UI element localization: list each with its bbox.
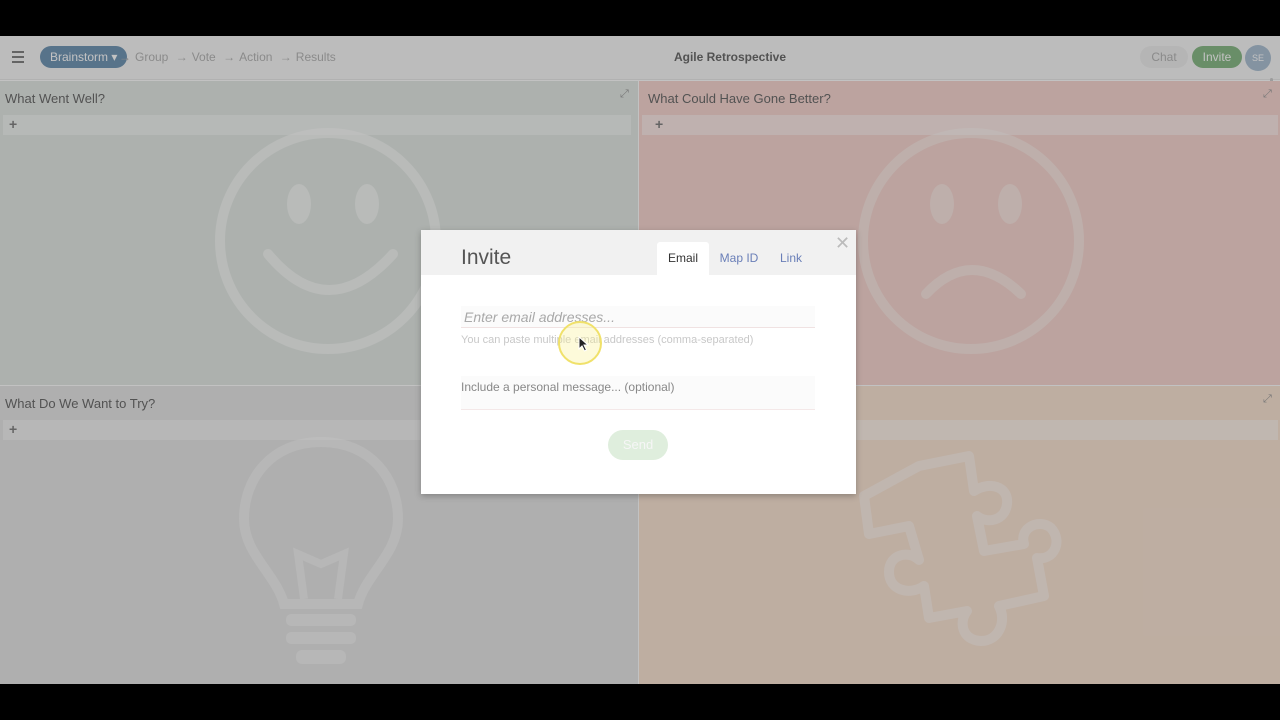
email-hint: You can paste multiple email addresses (… [461,334,754,346]
tab-email[interactable]: Email [657,242,709,275]
tab-map-id[interactable]: Map ID [713,242,765,275]
app-window: Brainstorm ▾ → Group → Vote → Action → Resul… [0,36,1280,684]
personal-message-field[interactable] [461,376,815,410]
mouse-cursor-icon [578,336,590,352]
modal-header: Invite Email Map ID Link ✕ [421,230,856,275]
send-button[interactable]: Send [608,430,668,460]
tab-link[interactable]: Link [771,242,811,275]
invite-modal: Invite Email Map ID Link ✕ You can paste… [421,230,856,494]
email-input[interactable] [461,306,815,328]
modal-title: Invite [461,246,512,269]
close-icon[interactable]: ✕ [835,233,850,254]
